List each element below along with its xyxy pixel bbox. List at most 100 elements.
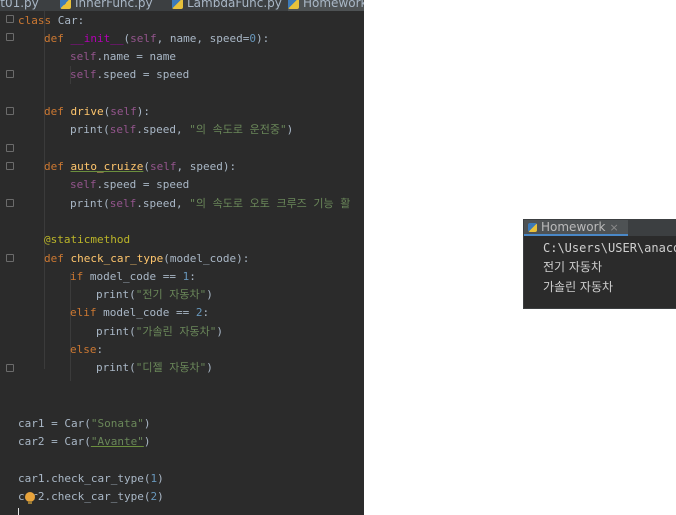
code-line-8: self.speed = speed <box>70 176 189 194</box>
code-line-4: self.speed = speed <box>70 66 189 84</box>
code-text: : <box>202 306 210 319</box>
tab-label: LambdaFunc.py <box>187 0 282 10</box>
fold-marker-icon[interactable] <box>6 364 14 372</box>
code-line-13: print("전기 자동차") <box>96 286 213 304</box>
keyword: def <box>44 160 71 173</box>
output-line-1: C:\Users\USER\anaco <box>543 241 676 255</box>
tab-homework[interactable]: Homework <box>288 0 364 11</box>
code-line-17: print("디젤 자동차") <box>96 359 213 377</box>
fold-marker-icon[interactable] <box>6 199 14 207</box>
self-keyword: self <box>149 160 177 173</box>
code-line-10: @staticmethod <box>44 231 130 249</box>
string-literal: "가솔린 자동차" <box>135 325 217 338</box>
code-line-19: car2 = Car("Avante") <box>18 433 150 451</box>
run-tab-label: Homework <box>541 220 606 234</box>
python-file-icon <box>528 223 537 232</box>
keyword: if <box>70 270 84 283</box>
keyword: class <box>18 14 52 27</box>
code-line-9: print(self.speed, "의 속도로 오토 크루즈 기능 활 <box>70 195 350 213</box>
keyword: elif <box>70 306 97 319</box>
code-line-21: car2.check_car_type(2) <box>18 488 164 506</box>
fold-marker-icon[interactable] <box>6 254 14 262</box>
code-line-16: else: <box>70 341 103 359</box>
fold-marker-icon[interactable] <box>6 33 14 41</box>
tab-lambdafunc[interactable]: LambdaFunc.py <box>172 0 282 11</box>
code-text: car1 = Car( <box>18 417 91 430</box>
code-editor[interactable]: st01.py InnerFunc.py LambdaFunc.py Homew… <box>0 0 364 515</box>
lightbulb-icon[interactable] <box>25 492 35 504</box>
close-icon[interactable]: × <box>609 221 618 234</box>
self-keyword: self <box>70 68 97 81</box>
code-line-3: self.name = name <box>70 48 176 66</box>
run-output-panel[interactable]: Homework × C:\Users\USER\anaco 전기 자동차 가솔린… <box>523 219 676 309</box>
run-tab-homework[interactable]: Homework × <box>524 220 628 236</box>
tab-label: InnerFunc.py <box>75 0 153 10</box>
indent-guide <box>70 273 71 381</box>
code-text: ) <box>206 288 213 301</box>
run-tab-bar: Homework × <box>524 220 676 236</box>
code-line-15: print("가솔린 자동차") <box>96 323 223 341</box>
code-line-7: def auto_cruize(self, speed): <box>44 158 236 176</box>
keyword: else <box>70 343 97 356</box>
code-text: (model_code): <box>163 252 250 265</box>
tab-innerfunc[interactable]: InnerFunc.py <box>60 0 153 11</box>
tab-st01[interactable]: st01.py <box>0 0 39 11</box>
code-line-14: elif model_code == 2: <box>70 304 209 322</box>
function-name: __init__ <box>70 32 124 45</box>
python-file-icon <box>288 0 299 9</box>
keyword: def <box>44 32 71 45</box>
code-line-12: if model_code == 1: <box>70 268 196 286</box>
code-line-11: def check_car_type(model_code): <box>44 250 249 268</box>
code-line-6: print(self.speed, "의 속도로 운전중") <box>70 121 293 139</box>
code-text: ) <box>143 417 151 430</box>
code-text: print( <box>96 325 136 338</box>
code-text: car2.check_car_type( <box>18 490 151 503</box>
decorator: @staticmethod <box>44 233 131 246</box>
self-keyword: self <box>110 105 137 118</box>
fold-marker-icon[interactable] <box>6 70 14 78</box>
indent-guide <box>44 11 45 369</box>
self-keyword: self <box>70 178 97 191</box>
string-literal: "디젤 자동차" <box>135 361 207 374</box>
tab-label: Homework <box>303 0 364 10</box>
python-file-icon <box>60 0 71 9</box>
code-line-18: car1 = Car("Sonata") <box>18 415 150 433</box>
code-text: ) <box>206 361 213 374</box>
fold-marker-icon[interactable] <box>6 15 14 23</box>
fold-marker-icon[interactable] <box>6 162 14 170</box>
text-caret <box>18 508 19 515</box>
fold-marker-icon[interactable] <box>6 144 14 152</box>
code-text: .speed, <box>136 197 190 210</box>
string-literal: "의 속도로 운전중" <box>189 123 287 136</box>
code-line-1: class Car: <box>18 12 84 30</box>
string-literal: "Avante" <box>90 435 144 448</box>
editor-gutter <box>0 11 14 515</box>
string-literal: "Sonata" <box>90 417 144 430</box>
function-name: drive <box>70 105 104 118</box>
code-text: print( <box>96 361 136 374</box>
code-text: ): <box>255 32 270 45</box>
code-text: print( <box>70 123 110 136</box>
code-text: ( <box>143 160 150 173</box>
self-keyword: self <box>130 32 157 45</box>
fold-marker-icon[interactable] <box>6 107 14 115</box>
code-text: car2 = Car( <box>18 435 91 448</box>
code-text: ) <box>216 325 223 338</box>
code-text: Car: <box>51 14 85 27</box>
code-text: : <box>96 343 104 356</box>
code-text: print( <box>70 197 110 210</box>
self-keyword: self <box>70 50 97 63</box>
code-line-20: car1.check_car_type(1) <box>18 470 164 488</box>
code-text: , speed): <box>176 160 237 173</box>
code-text: model_code == <box>96 306 196 319</box>
function-name: auto_cruize <box>70 160 144 173</box>
code-text: ) <box>157 490 164 503</box>
code-area[interactable]: class Car: def __init__(self, name, spee… <box>18 11 364 515</box>
keyword: def <box>44 252 71 265</box>
output-line-2: 전기 자동차 <box>543 260 603 274</box>
number-literal: 0 <box>249 32 256 45</box>
self-keyword: self <box>109 123 137 136</box>
tab-label: st01.py <box>0 0 39 10</box>
string-literal: "전기 자동차" <box>135 288 207 301</box>
code-text: print( <box>96 288 136 301</box>
